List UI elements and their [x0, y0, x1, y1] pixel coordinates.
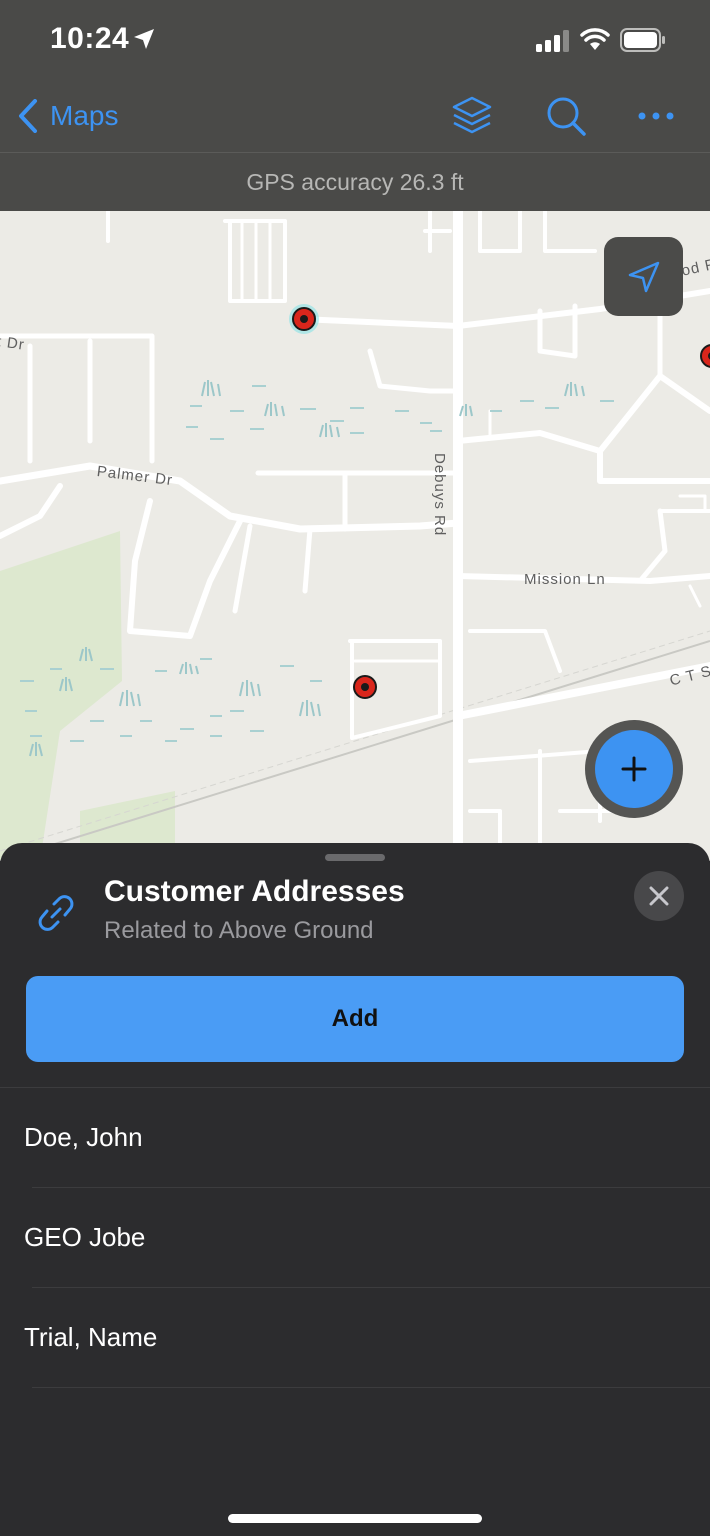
- navigation-bar: Maps: [0, 80, 710, 152]
- related-records-sheet: Customer Addresses Related to Above Grou…: [0, 843, 710, 1536]
- gps-accuracy-text: GPS accuracy 26.3 ft: [246, 169, 464, 195]
- back-label: Maps: [50, 100, 119, 131]
- back-button[interactable]: Maps: [18, 94, 118, 138]
- cellular-signal-icon: [536, 30, 570, 57]
- layers-button[interactable]: [450, 94, 494, 138]
- record-label: Doe, John: [24, 1122, 143, 1152]
- location-arrow-icon: [132, 27, 156, 56]
- map-label-debuys-rd: Debuys Rd: [431, 453, 448, 537]
- sheet-title: Customer Addresses: [104, 875, 405, 908]
- sheet-subtitle: Related to Above Ground: [104, 917, 374, 944]
- more-button[interactable]: [634, 94, 678, 138]
- search-button[interactable]: [544, 94, 588, 138]
- search-icon: [547, 97, 586, 136]
- locate-button[interactable]: [604, 237, 683, 316]
- row-divider: [32, 1387, 710, 1388]
- related-record-list: Doe, John GEO Jobe Trial, Name: [0, 1088, 710, 1388]
- layers-icon: [452, 96, 492, 134]
- list-item[interactable]: Doe, John: [0, 1088, 710, 1188]
- gps-accuracy-bar: GPS accuracy 26.3 ft: [0, 152, 710, 211]
- more-icon: [638, 112, 674, 120]
- add-related-record-button[interactable]: Add: [26, 976, 684, 1062]
- battery-icon: [620, 28, 666, 57]
- record-label: GEO Jobe: [24, 1222, 146, 1252]
- sheet-grabber[interactable]: [325, 854, 385, 861]
- status-bar: 10:24: [0, 0, 710, 80]
- record-label: Trial, Name: [24, 1322, 158, 1352]
- add-feature-button[interactable]: [585, 720, 683, 818]
- link-icon: [34, 891, 78, 940]
- list-item[interactable]: Trial, Name: [0, 1288, 710, 1388]
- plus-icon: [621, 756, 647, 782]
- status-time: 10:24: [50, 22, 130, 55]
- close-button[interactable]: [634, 871, 684, 921]
- chevron-left-icon: [19, 99, 37, 133]
- map-label-mission-ln: Mission Ln: [524, 571, 606, 588]
- locate-icon: [628, 261, 659, 292]
- home-indicator[interactable]: [228, 1514, 482, 1523]
- add-feature-inner: [595, 730, 673, 808]
- list-item[interactable]: GEO Jobe: [0, 1188, 710, 1288]
- map-label-dr-left: t Dr: [0, 333, 26, 354]
- wifi-icon: [580, 27, 610, 56]
- close-icon: [649, 886, 669, 906]
